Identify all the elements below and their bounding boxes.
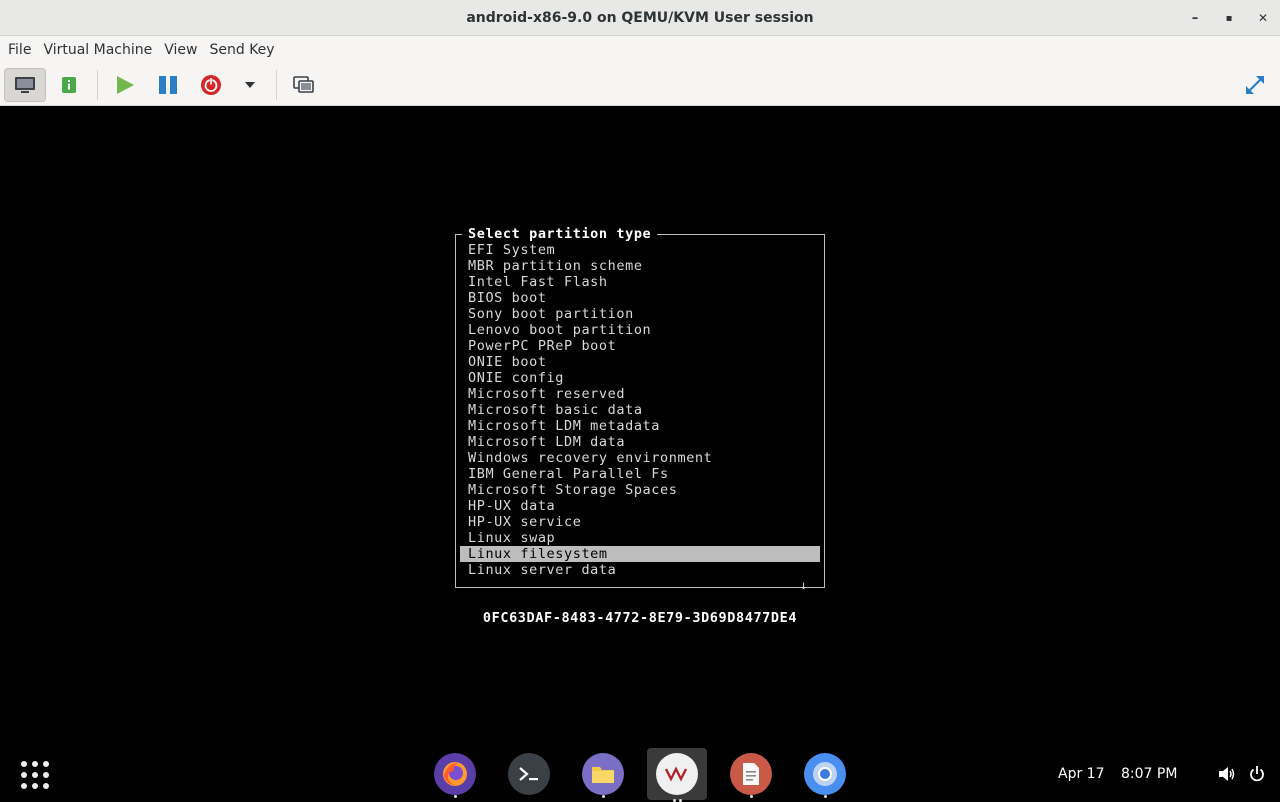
grid-dot [32,772,38,778]
dock: Apr 17 8:07 PM [0,748,1280,802]
details-view-button[interactable] [52,68,86,102]
chevron-down-icon [245,82,255,88]
grid-dot [21,783,27,789]
list-item[interactable]: Lenovo boot partition [460,322,820,338]
power-icon [201,75,221,95]
list-item[interactable]: MBR partition scheme [460,258,820,274]
menubar: File Virtual Machine View Send Key [0,36,1280,64]
document-icon [730,753,772,795]
snapshot-icon [293,76,314,93]
list-item[interactable]: Microsoft reserved [460,386,820,402]
list-item[interactable]: Microsoft LDM data [460,434,820,450]
running-indicator [454,795,457,798]
grid-dot [43,783,49,789]
virt-manager-icon [656,753,698,795]
toolbar-separator [97,70,98,100]
fullscreen-button[interactable] [1238,68,1272,102]
chromium-icon [804,753,846,795]
list-item[interactable]: Sony boot partition [460,306,820,322]
list-item[interactable]: Microsoft basic data [460,402,820,418]
dock-app-terminal[interactable] [507,752,551,796]
grid-dot [21,761,27,767]
pause-icon [159,76,177,94]
scroll-down-indicator: ↓ [800,578,808,592]
dock-app-virt-manager[interactable] [647,748,707,802]
shutdown-button[interactable] [194,68,228,102]
play-icon [117,76,134,94]
dock-app-firefox[interactable] [433,752,477,798]
running-indicator [824,795,827,798]
maximize-icon: ▪ [1225,12,1233,24]
folder-icon [582,753,624,795]
volume-icon[interactable] [1217,764,1237,784]
list-item[interactable]: EFI System [460,242,820,258]
window-title: android-x86-9.0 on QEMU/KVM User session [466,9,814,26]
shutdown-menu-button[interactable] [238,68,262,102]
menu-file[interactable]: File [2,36,37,64]
console-view-button[interactable] [4,68,46,102]
minimize-button[interactable]: – [1178,0,1212,36]
list-item[interactable]: IBM General Parallel Fs [460,466,820,482]
partition-type-guid: 0FC63DAF-8483-4772-8E79-3D69D8477DE4 [482,610,798,626]
maximize-button[interactable]: ▪ [1212,0,1246,36]
list-item[interactable]: Windows recovery environment [460,450,820,466]
window-controls: – ▪ ✕ [1178,0,1280,36]
list-item[interactable]: ONIE config [460,370,820,386]
list-item-selected[interactable]: Linux filesystem [460,546,820,562]
dialog-title: Select partition type [462,226,658,242]
time-label[interactable]: 8:07 PM [1121,748,1177,800]
list-item[interactable]: Microsoft LDM metadata [460,418,820,434]
menu-view[interactable]: View [158,36,203,64]
grid-dot [43,761,49,767]
dock-app-chromium[interactable] [803,752,847,798]
vm-display[interactable]: Select partition type EFI System MBR par… [0,106,1280,748]
list-item[interactable]: BIOS boot [460,290,820,306]
menu-virtual-machine[interactable]: Virtual Machine [37,36,158,64]
minimize-icon: – [1191,10,1199,26]
list-item[interactable]: Linux swap [460,530,820,546]
grid-dot [32,761,38,767]
list-item[interactable]: Intel Fast Flash [460,274,820,290]
list-item[interactable]: HP-UX service [460,514,820,530]
list-item[interactable]: Linux server data [460,562,820,578]
snapshots-button[interactable] [287,68,321,102]
grid-dot [32,783,38,789]
run-button[interactable] [108,68,142,102]
running-indicator [602,795,605,798]
firefox-icon [434,753,476,795]
list-item[interactable]: PowerPC PReP boot [460,338,820,354]
dock-app-files[interactable] [581,752,625,798]
list-item[interactable]: Microsoft Storage Spaces [460,482,820,498]
window-titlebar[interactable]: android-x86-9.0 on QEMU/KVM User session… [0,0,1280,36]
expand-icon [1246,76,1264,94]
dock-app-text-editor[interactable] [729,752,773,798]
menu-send-key[interactable]: Send Key [203,36,280,64]
running-indicator [750,795,753,798]
show-apps-button[interactable] [18,758,50,790]
toolbar [0,64,1280,106]
list-item[interactable]: HP-UX data [460,498,820,514]
power-menu-icon[interactable] [1247,764,1267,784]
info-icon [62,77,76,93]
toolbar-separator [276,70,277,100]
list-item[interactable]: ONIE boot [460,354,820,370]
close-button[interactable]: ✕ [1246,0,1280,36]
date-label[interactable]: Apr 17 [1058,748,1104,800]
close-icon: ✕ [1257,11,1269,25]
grid-dot [21,772,27,778]
terminal-icon [508,753,550,795]
grid-dot [43,772,49,778]
monitor-icon [15,77,35,93]
partition-type-list[interactable]: EFI System MBR partition scheme Intel Fa… [460,242,820,578]
pause-button[interactable] [151,68,185,102]
